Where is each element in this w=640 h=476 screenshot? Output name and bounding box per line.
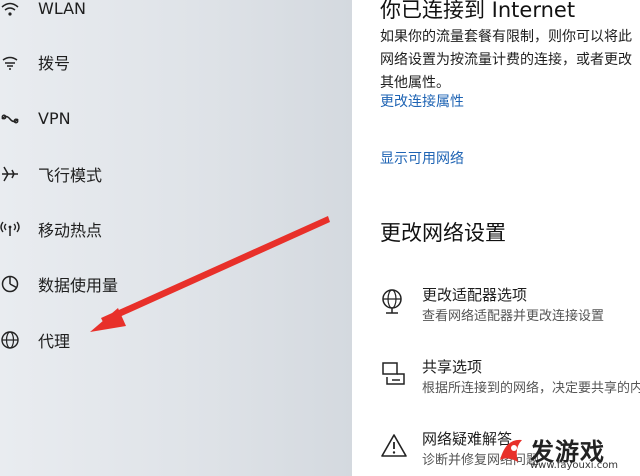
sidebar-item-label: 飞行模式 bbox=[38, 166, 103, 185]
option-subtitle: 查看网络适配器并更改连接设置 bbox=[422, 309, 605, 324]
sidebar-item-data-usage[interactable]: 数据使用量 bbox=[0, 262, 352, 306]
adapter-icon bbox=[380, 288, 408, 316]
sidebar-item-label: 拨号 bbox=[38, 54, 71, 73]
warning-icon bbox=[380, 432, 408, 460]
data-usage-icon bbox=[0, 274, 20, 294]
sharing-icon bbox=[380, 360, 408, 388]
hotspot-icon bbox=[0, 219, 20, 239]
connection-status-title: 你已连接到 Internet bbox=[380, 0, 576, 22]
watermark: 发游戏 www.fayouxi.com bbox=[494, 432, 634, 472]
sidebar-item-wlan[interactable]: WLAN bbox=[0, 0, 352, 30]
globe-icon bbox=[0, 330, 20, 350]
connection-status-description: 如果你的流量套餐有限制，则你可以将此网络设置为按流量计费的连接，或者更改其他属性… bbox=[380, 29, 632, 91]
sidebar: WLAN 拨号 VPN 飞行模式 移动热点 数据使用量 代理 bbox=[0, 0, 352, 476]
option-subtitle: 根据所连接到的网络，决定要共享的内容 bbox=[422, 381, 640, 396]
watermark-logo bbox=[500, 439, 522, 462]
sidebar-item-label: WLAN bbox=[38, 0, 87, 18]
watermark-url: www.fayouxi.com bbox=[530, 460, 619, 471]
wifi-icon bbox=[0, 0, 20, 18]
sidebar-item-proxy[interactable]: 代理 bbox=[0, 318, 352, 362]
sharing-options[interactable]: 共享选项 根据所连接到的网络，决定要共享的内容 bbox=[380, 356, 640, 402]
vpn-icon bbox=[0, 108, 20, 128]
change-network-settings-heading: 更改网络设置 bbox=[380, 221, 506, 245]
sidebar-item-label: 移动热点 bbox=[38, 221, 103, 240]
change-adapter-options[interactable]: 更改适配器选项 查看网络适配器并更改连接设置 bbox=[380, 284, 640, 330]
main-panel: 你已连接到 Internet 如果你的流量套餐有限制，则你可以将此网络设置为按流… bbox=[352, 0, 640, 476]
sidebar-item-dialup[interactable]: 拨号 bbox=[0, 40, 352, 84]
sidebar-item-label: 代理 bbox=[38, 332, 71, 351]
sidebar-item-mobile-hotspot[interactable]: 移动热点 bbox=[0, 207, 352, 251]
show-available-networks-link[interactable]: 显示可用网络 bbox=[380, 148, 464, 168]
sidebar-item-label: VPN bbox=[38, 108, 71, 128]
sidebar-item-airplane-mode[interactable]: 飞行模式 bbox=[0, 152, 352, 196]
sidebar-item-label: 数据使用量 bbox=[38, 276, 119, 295]
airplane-icon bbox=[0, 164, 20, 184]
sidebar-item-vpn[interactable]: VPN bbox=[0, 96, 352, 140]
change-connection-properties-link[interactable]: 更改连接属性 bbox=[380, 91, 464, 111]
option-title: 共享选项 bbox=[422, 358, 483, 376]
option-title: 更改适配器选项 bbox=[422, 286, 528, 304]
dialup-icon bbox=[0, 52, 20, 72]
